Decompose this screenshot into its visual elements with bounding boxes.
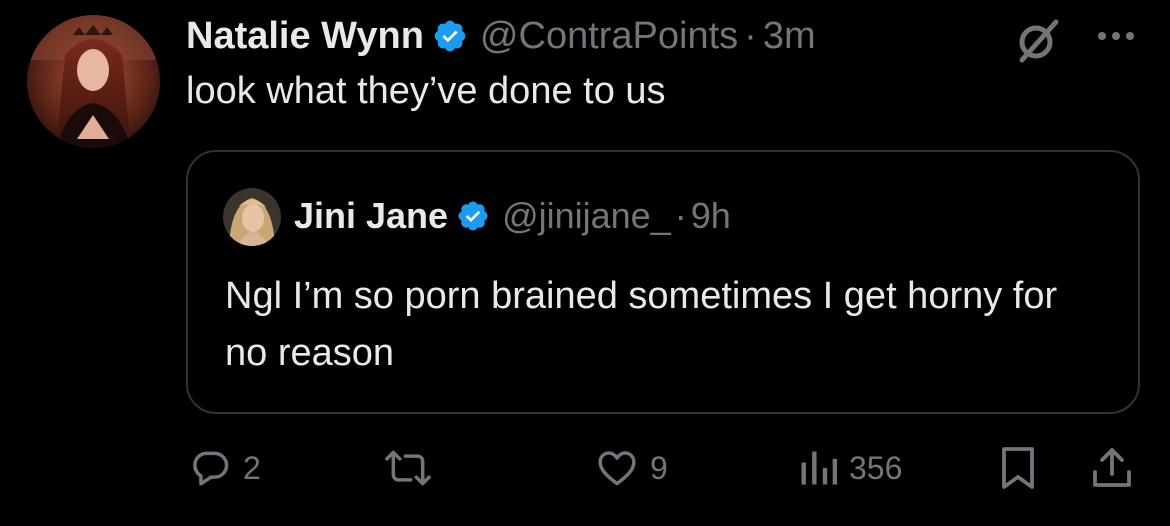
quoted-separator-dot: · <box>674 195 687 236</box>
retweet-button[interactable] <box>382 440 444 496</box>
quoted-timestamp[interactable]: 9h <box>691 195 731 237</box>
views-count: 356 <box>849 449 903 486</box>
views-button[interactable]: 356 <box>797 440 902 496</box>
quoted-avatar-photo-icon <box>223 188 281 246</box>
reply-icon <box>193 451 229 486</box>
heart-icon <box>598 451 636 486</box>
grok-icon[interactable] <box>1014 16 1062 64</box>
separator-dot: · <box>744 14 757 57</box>
author-handle[interactable]: @ContraPoints <box>480 15 738 58</box>
tweet-text: look what they’ve done to us <box>186 70 666 112</box>
tweet-timestamp[interactable]: 3m <box>763 15 816 58</box>
avatar-photo-icon <box>27 15 160 148</box>
quoted-tweet-card[interactable]: Jini Jane @jinijane_ · 9h Ngl I’m so por… <box>186 150 1140 414</box>
bookmark-icon <box>1002 447 1034 489</box>
tweet-actions-bar: 2 9 356 <box>0 440 1170 496</box>
verified-badge-icon <box>432 18 468 54</box>
views-chart-icon <box>801 451 838 485</box>
like-count: 9 <box>650 449 668 486</box>
tweet-header: Natalie Wynn @ContraPoints · 3m <box>186 12 816 60</box>
quoted-author-avatar[interactable] <box>223 188 281 246</box>
share-button[interactable] <box>1090 440 1134 496</box>
author-display-name[interactable]: Natalie Wynn <box>186 15 424 58</box>
quoted-verified-badge-icon <box>456 199 490 233</box>
like-button[interactable]: 9 <box>594 440 668 496</box>
quoted-tweet-text: Ngl I’m so porn brained sometimes I get … <box>225 275 1058 374</box>
quoted-author-handle[interactable]: @jinijane_ <box>502 195 671 237</box>
quoted-author-display-name[interactable]: Jini Jane <box>294 195 448 237</box>
reply-button[interactable]: 2 <box>189 440 261 496</box>
share-icon <box>1093 448 1131 487</box>
quoted-tweet-header: Jini Jane @jinijane_ · 9h <box>294 192 731 240</box>
more-options-icon[interactable] <box>1092 28 1140 44</box>
bookmark-button[interactable] <box>998 440 1038 496</box>
retweet-icon <box>385 450 431 486</box>
author-avatar[interactable] <box>27 15 160 148</box>
reply-count: 2 <box>243 449 261 486</box>
